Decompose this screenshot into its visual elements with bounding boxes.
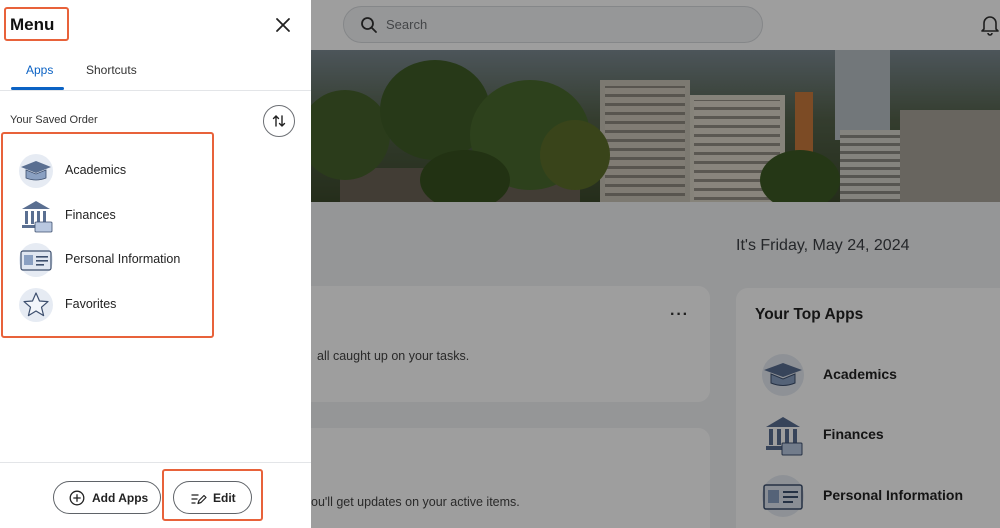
highlight-box-menu-title — [4, 7, 69, 41]
swap-vertical-icon — [272, 115, 286, 127]
tab-shortcuts[interactable]: Shortcuts — [86, 63, 137, 77]
tab-divider — [0, 90, 311, 91]
close-icon[interactable] — [271, 13, 295, 37]
add-apps-button[interactable]: Add Apps — [53, 481, 161, 514]
saved-order-label: Your Saved Order — [10, 114, 98, 126]
reorder-button[interactable] — [263, 105, 295, 137]
highlight-box-edit-button — [162, 469, 263, 521]
add-apps-label: Add Apps — [92, 491, 149, 505]
tab-apps[interactable]: Apps — [26, 63, 53, 77]
footer-divider — [0, 462, 311, 463]
plus-circle-icon — [69, 490, 85, 506]
highlight-box-app-list — [1, 132, 214, 338]
